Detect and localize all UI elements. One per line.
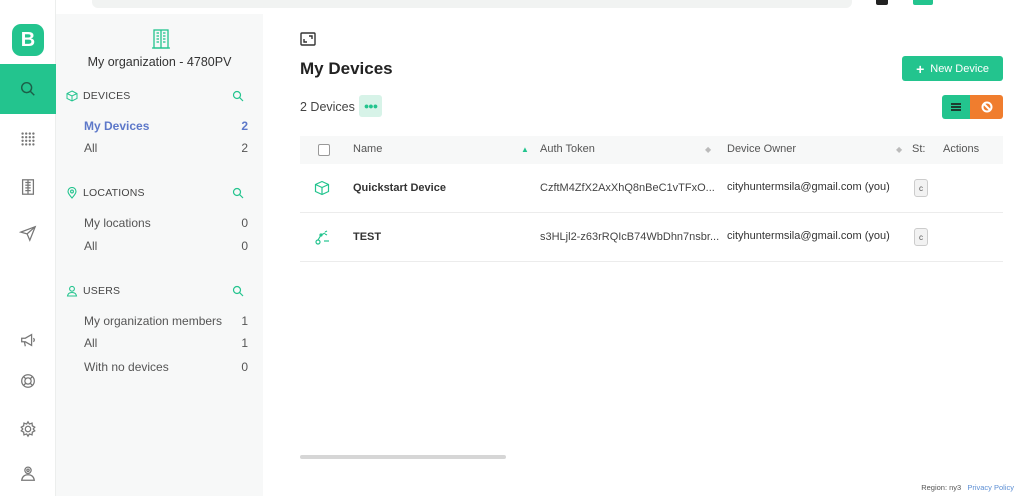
new-device-button[interactable]: + New Device <box>902 56 1003 81</box>
sidebar-item-all-users[interactable]: All 1 <box>84 336 248 350</box>
search-icon[interactable] <box>232 90 244 102</box>
page-title: My Devices <box>300 59 393 78</box>
new-device-label: New Device <box>930 62 989 75</box>
plus-icon: + <box>916 60 925 77</box>
sidebar-item-count: 1 <box>241 336 248 350</box>
sidebar-item-label: My Devices <box>84 119 150 133</box>
search-icon[interactable] <box>232 285 244 297</box>
user-icon <box>66 285 78 297</box>
cube-icon <box>66 90 78 102</box>
rail-settings[interactable] <box>0 404 56 454</box>
cube-icon <box>314 180 330 196</box>
sidebar-item-my-locations[interactable]: My locations 0 <box>84 216 248 230</box>
status-badge: c <box>914 228 928 246</box>
device-auth-token[interactable]: s3HLjl2-z63rRQIcB74WbDhn7nsbr... <box>540 231 720 243</box>
privacy-policy-link[interactable]: Privacy Policy <box>967 483 1014 492</box>
icon-rail: B <box>0 0 56 496</box>
sidebar-item-label: My organization members <box>84 314 223 328</box>
organization-icon <box>152 29 170 49</box>
robot-arm-icon <box>315 230 329 245</box>
section-devices-title: DEVICES <box>83 90 131 102</box>
address-bar-fragment <box>92 0 852 8</box>
device-name[interactable]: TEST <box>353 231 381 243</box>
organization-name[interactable]: My organization - 4780PV <box>56 55 263 69</box>
send-icon <box>19 225 37 242</box>
gear-icon <box>20 420 36 438</box>
section-users: USERS <box>66 282 256 300</box>
rail-dashboard[interactable] <box>0 114 56 164</box>
sidebar-item-count: 0 <box>241 216 248 230</box>
section-locations-title: LOCATIONS <box>83 187 145 199</box>
device-name[interactable]: Quickstart Device <box>353 182 446 194</box>
sidebar-item-label: My locations <box>84 216 151 230</box>
list-icon <box>951 103 961 111</box>
top-dark-marker <box>876 0 888 5</box>
sidebar-item-count: 0 <box>241 239 248 253</box>
search-icon[interactable] <box>232 187 244 199</box>
section-devices: DEVICES <box>66 87 256 105</box>
sidebar-item-label: With no devices <box>84 360 169 374</box>
devices-sidebar: My organization - 4780PV DEVICES My Devi… <box>56 14 263 496</box>
status-badge: c <box>914 179 928 197</box>
sidebar-item-all-locations[interactable]: All 0 <box>84 239 248 253</box>
sidebar-item-users-no-devices[interactable]: With no devices 0 <box>84 360 248 374</box>
sidebar-item-all-devices[interactable]: All 2 <box>84 141 248 155</box>
column-auth-token[interactable]: Auth Token <box>540 143 595 155</box>
more-options-button[interactable]: ●●● <box>359 95 382 117</box>
sidebar-item-count: 0 <box>241 360 248 374</box>
sidebar-item-label: All <box>84 239 98 253</box>
sort-icon[interactable]: ◆ <box>705 145 711 154</box>
browser-top-strip <box>56 0 1016 14</box>
rail-help[interactable] <box>0 356 56 406</box>
sidebar-item-label: All <box>84 141 98 155</box>
sort-icon[interactable]: ◆ <box>896 145 902 154</box>
column-device-owner[interactable]: Device Owner <box>727 143 796 155</box>
main-content: My Devices + New Device 2 Devices ●●● Na… <box>263 14 1016 496</box>
device-owner: cityhuntermsila@gmail.com (you) <box>727 181 890 193</box>
section-users-title: USERS <box>83 285 121 297</box>
device-auth-token[interactable]: CzftM4ZfX2AxXhQ8nBeC1vTFxO... <box>540 182 720 194</box>
sidebar-item-label: All <box>84 336 98 350</box>
expand-icon[interactable] <box>300 32 316 46</box>
pin-icon <box>67 187 77 199</box>
grid-icon <box>21 132 35 146</box>
table-row[interactable]: TEST s3HLjl2-z63rRQIcB74WbDhn7nsbr... ci… <box>300 213 1003 262</box>
building-icon <box>21 179 35 195</box>
column-name[interactable]: Name <box>353 143 382 155</box>
lifebuoy-icon <box>21 374 35 388</box>
horizontal-scrollbar[interactable] <box>300 455 506 459</box>
sidebar-item-count: 2 <box>241 119 248 133</box>
blynk-logo[interactable]: B <box>12 24 44 56</box>
block-icon <box>981 101 992 113</box>
sort-asc-icon[interactable]: ▲ <box>521 145 529 154</box>
megaphone-icon <box>21 333 35 347</box>
search-icon <box>20 81 35 96</box>
column-status[interactable]: St: <box>912 143 925 155</box>
table-header: Name ▲ Auth Token ◆ Device Owner ◆ St: A… <box>300 136 1003 164</box>
footer: Region: ny3 Privacy Policy <box>921 483 1016 492</box>
table-row[interactable]: Quickstart Device CzftM4ZfX2AxXhQ8nBeC1v… <box>300 164 1003 213</box>
section-locations: LOCATIONS <box>66 184 256 202</box>
sidebar-item-organization-members[interactable]: My organization members 1 <box>84 314 248 328</box>
ellipsis-icon: ●●● <box>363 101 378 111</box>
rail-send[interactable] <box>0 208 56 258</box>
sidebar-item-count: 1 <box>241 314 248 328</box>
rail-profile[interactable] <box>0 448 56 496</box>
region-label: Region: ny3 <box>921 483 962 492</box>
device-owner: cityhuntermsila@gmail.com (you) <box>727 230 890 242</box>
sidebar-item-count: 2 <box>241 141 248 155</box>
block-filter-button[interactable] <box>970 95 1003 119</box>
column-actions: Actions <box>943 143 980 155</box>
rail-search[interactable] <box>0 64 56 114</box>
select-all-checkbox[interactable] <box>318 144 330 156</box>
list-view-button[interactable] <box>942 95 970 119</box>
top-green-marker <box>913 0 933 5</box>
sidebar-item-my-devices[interactable]: My Devices 2 <box>84 119 248 133</box>
user-badge-icon <box>20 466 36 481</box>
rail-organizations[interactable] <box>0 162 56 212</box>
device-count: 2 Devices <box>300 100 355 114</box>
